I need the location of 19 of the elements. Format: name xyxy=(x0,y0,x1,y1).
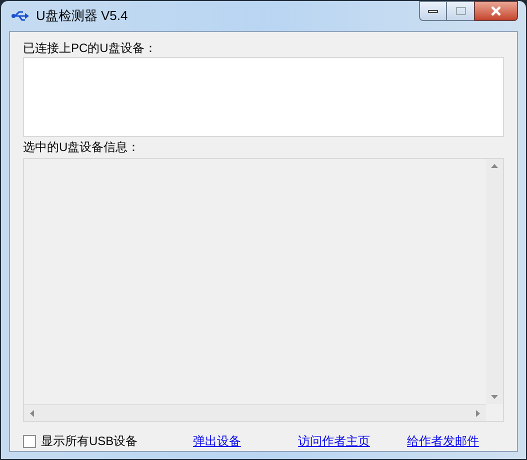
scroll-up-icon[interactable] xyxy=(491,164,498,168)
close-button[interactable] xyxy=(474,1,518,21)
usb-icon xyxy=(11,10,29,22)
window-title: U盘检测器 V5.4 xyxy=(36,7,128,26)
link[interactable]: 给作者发邮件 xyxy=(407,432,479,450)
link[interactable]: 弹出设备 xyxy=(193,432,241,450)
horizontal-scrollbar[interactable] xyxy=(24,404,486,421)
link[interactable]: 访问作者主页 xyxy=(298,432,370,450)
section-label: 已连接上PC的U盘设备： xyxy=(23,41,158,55)
vertical-scrollbar[interactable] xyxy=(486,159,503,404)
close-icon xyxy=(490,6,502,16)
section-label: 选中的U盘设备信息： xyxy=(23,140,141,154)
scroll-right-icon[interactable] xyxy=(476,410,480,416)
scroll-down-icon[interactable] xyxy=(491,395,498,399)
maximize-button[interactable] xyxy=(447,1,474,21)
checkbox-label: 显示所有USB设备 xyxy=(41,433,139,450)
scroll-left-icon[interactable] xyxy=(30,410,34,416)
show-all-checkbox[interactable] xyxy=(23,434,36,448)
minimize-button[interactable] xyxy=(419,1,447,21)
